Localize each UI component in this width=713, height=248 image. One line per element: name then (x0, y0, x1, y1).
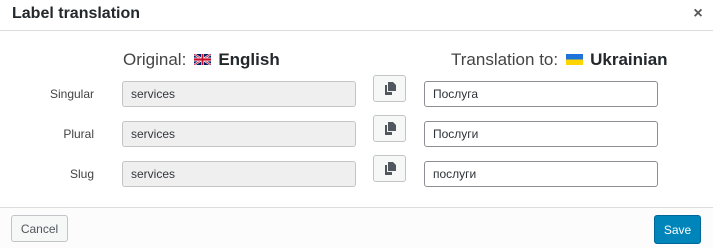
close-button[interactable]: × (691, 5, 705, 23)
translation-language: Ukrainian (590, 50, 668, 69)
row-label-slug: Slug (69, 167, 94, 181)
translation-field-plural[interactable] (424, 121, 658, 147)
original-field-singular: services (122, 81, 356, 107)
original-heading: Original: English (123, 50, 280, 70)
translation-heading: Translation to: Ukrainian (451, 50, 668, 70)
copy-icon (385, 82, 396, 95)
original-prefix: Original: (123, 50, 187, 69)
dialog-header: Label translation × (0, 0, 713, 31)
ukraine-flag-icon (566, 53, 584, 65)
uk-flag-icon (194, 53, 212, 65)
translation-field-singular[interactable] (424, 81, 658, 107)
dialog-footer: Cancel Save (0, 207, 713, 248)
original-field-slug: services (122, 161, 356, 187)
copy-icon (385, 162, 396, 175)
label-translation-dialog: Label translation × Original: English Tr… (0, 0, 713, 248)
copy-button-singular[interactable] (373, 75, 406, 102)
save-button[interactable]: Save (654, 215, 701, 244)
original-field-plural: services (122, 121, 356, 147)
original-language: English (218, 50, 280, 69)
copy-button-slug[interactable] (373, 155, 406, 182)
translation-field-slug[interactable] (424, 161, 658, 187)
copy-button-plural[interactable] (373, 115, 406, 142)
translation-prefix: Translation to: (451, 50, 559, 69)
cancel-button[interactable]: Cancel (11, 215, 68, 242)
dialog-title: Label translation (12, 5, 141, 22)
copy-icon (385, 122, 396, 135)
row-label-singular: Singular (49, 87, 94, 101)
row-label-plural: Plural (63, 127, 94, 141)
